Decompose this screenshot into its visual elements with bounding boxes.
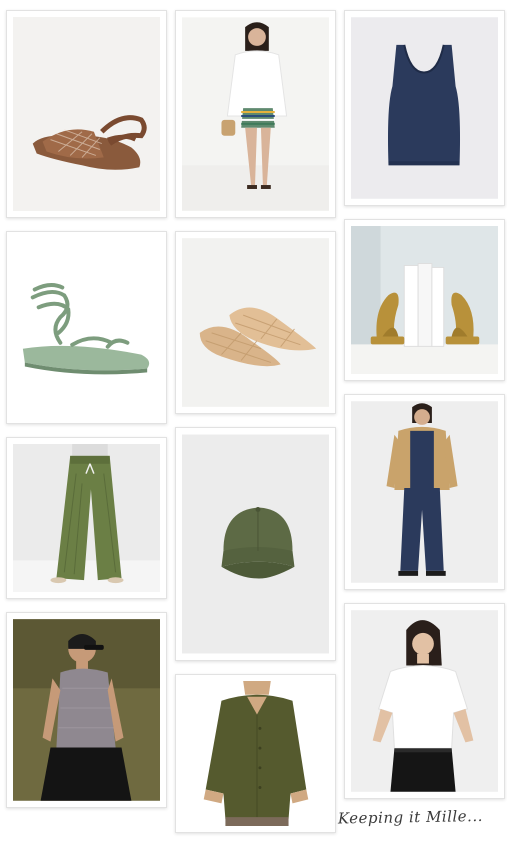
photo-green-wide-leg-pants	[13, 444, 160, 592]
sandal-illustration	[13, 17, 160, 211]
blog-signature: Keeping it Mille...	[337, 806, 484, 828]
product-card-grey-knit-tank-outfit[interactable]	[6, 612, 167, 808]
mesh-flats-illustration	[182, 238, 329, 407]
bookends-illustration	[351, 226, 498, 374]
photo-olive-button-shirt	[182, 681, 329, 826]
cap-illustration	[182, 434, 329, 654]
photo-navy-sweatsuit-tan-jacket	[351, 401, 498, 583]
pants-illustration	[13, 444, 160, 592]
product-card-white-tee-black-trousers[interactable]	[344, 603, 505, 799]
photo-woven-brown-sandal	[13, 17, 160, 211]
photo-gold-bookends	[351, 226, 498, 374]
product-card-gold-bookends[interactable]	[344, 219, 505, 381]
photo-white-tee-black-trousers	[351, 610, 498, 792]
sweatsuit-illustration	[351, 401, 498, 583]
product-card-woven-brown-sandal[interactable]	[6, 10, 167, 218]
mood-board: Keeping it Mille...	[0, 0, 507, 847]
product-card-green-wide-leg-pants[interactable]	[6, 437, 167, 599]
knit-tank-illustration	[13, 619, 160, 801]
photo-olive-baseball-cap	[182, 434, 329, 654]
product-card-olive-button-shirt[interactable]	[175, 674, 336, 833]
product-card-woven-mesh-flats[interactable]	[175, 231, 336, 414]
photo-white-shirt-striped-shorts-outfit	[182, 17, 329, 211]
product-card-navy-tank-top[interactable]	[344, 10, 505, 206]
product-card-navy-sweatsuit-tan-jacket[interactable]	[344, 394, 505, 590]
photo-green-lace-up-sandal	[13, 238, 160, 417]
photo-grey-knit-tank-outfit	[13, 619, 160, 801]
product-card-white-shirt-striped-shorts-outfit[interactable]	[175, 10, 336, 218]
lace-sandal-illustration	[13, 238, 160, 417]
outfit-illustration	[182, 17, 329, 211]
photo-navy-tank-top	[351, 17, 498, 199]
product-card-green-lace-up-sandal[interactable]	[6, 231, 167, 424]
product-card-olive-baseball-cap[interactable]	[175, 427, 336, 661]
tank-top-illustration	[351, 17, 498, 199]
white-tee-illustration	[351, 610, 498, 792]
button-shirt-illustration	[182, 681, 329, 826]
photo-woven-mesh-flats	[182, 238, 329, 407]
